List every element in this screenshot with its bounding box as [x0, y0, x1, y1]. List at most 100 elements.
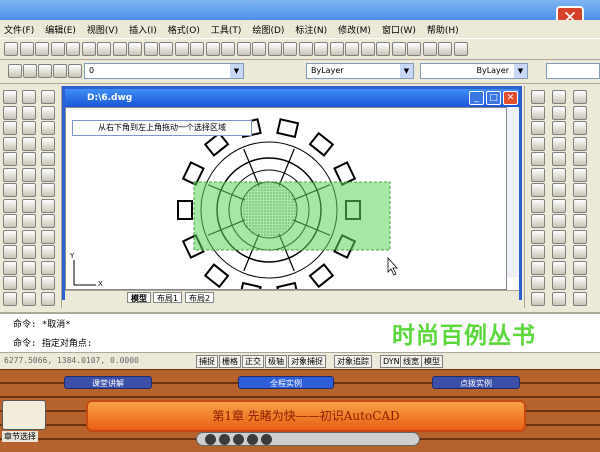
menu-insert[interactable]: 插入(I): [129, 23, 157, 36]
modify-tool-icon[interactable]: [531, 260, 545, 275]
draw-tool-icon[interactable]: [22, 136, 36, 151]
modify-tool-icon[interactable]: [531, 245, 545, 259]
draw-tool-icon[interactable]: [3, 276, 17, 290]
modify-tool-icon[interactable]: [531, 214, 545, 228]
toolbar-tool-icon[interactable]: [97, 42, 111, 56]
modify-tool-icon[interactable]: [552, 245, 566, 259]
draw-tool-icon[interactable]: [3, 136, 17, 151]
lineweight-dropdown[interactable]: [546, 63, 600, 79]
drawing-canvas[interactable]: Y X 从右下角到左上角拖动一个选择区域: [65, 107, 507, 302]
modify-tool-icon[interactable]: [573, 214, 587, 228]
menu-file[interactable]: 文件(F): [4, 23, 34, 36]
draw-tool-icon[interactable]: [41, 167, 55, 182]
prev-button[interactable]: [219, 434, 230, 445]
draw-tool-icon[interactable]: [3, 214, 17, 228]
modify-tool-icon[interactable]: [573, 260, 587, 275]
toolbar-tool-icon[interactable]: [329, 42, 344, 56]
draw-tool-icon[interactable]: [41, 276, 55, 290]
toolbar-tool-icon[interactable]: [252, 42, 266, 56]
draw-tool-icon[interactable]: [22, 105, 36, 120]
layer-tool-icon[interactable]: [68, 64, 82, 78]
modify-tool-icon[interactable]: [552, 276, 566, 290]
modify-tool-icon[interactable]: [531, 183, 545, 197]
draw-tool-icon[interactable]: [22, 167, 36, 182]
modify-tool-icon[interactable]: [573, 105, 587, 120]
toolbar-tool-icon[interactable]: [205, 42, 220, 56]
modify-tool-icon[interactable]: [552, 136, 566, 151]
modify-tool-icon[interactable]: [573, 90, 587, 104]
draw-tool-icon[interactable]: [3, 291, 17, 306]
toolbar-tool-icon[interactable]: [66, 42, 80, 56]
draw-tool-icon[interactable]: [22, 183, 36, 197]
draw-tool-icon[interactable]: [3, 90, 17, 104]
modify-tool-icon[interactable]: [573, 276, 587, 290]
close-button[interactable]: ✕: [503, 91, 518, 105]
toolbar-tool-icon[interactable]: [128, 42, 142, 56]
toolbar-tool-icon[interactable]: [143, 42, 158, 56]
toolbar-tool-icon[interactable]: [81, 42, 96, 56]
linetype-dropdown[interactable]: ByLayer ▼: [420, 63, 528, 79]
modify-tool-icon[interactable]: [573, 136, 587, 151]
draw-tool-icon[interactable]: [22, 229, 36, 244]
modify-tool-icon[interactable]: [531, 198, 545, 213]
modify-tool-icon[interactable]: [531, 152, 545, 166]
menu-modify[interactable]: 修改(M): [338, 23, 371, 36]
toolbar-tool-icon[interactable]: [50, 42, 65, 56]
modify-tool-icon[interactable]: [552, 152, 566, 166]
next-button[interactable]: [261, 434, 272, 445]
modify-tool-icon[interactable]: [552, 90, 566, 104]
toolbar-tool-icon[interactable]: [360, 42, 375, 56]
modify-tool-icon[interactable]: [573, 183, 587, 197]
modify-tool-icon[interactable]: [552, 291, 566, 306]
layer-tool-icon[interactable]: [8, 64, 22, 78]
menu-format[interactable]: 格式(O): [168, 23, 200, 36]
vertical-scrollbar[interactable]: [507, 107, 519, 277]
draw-tool-icon[interactable]: [3, 152, 17, 166]
toolbar-tool-icon[interactable]: [345, 42, 359, 56]
polar-toggle[interactable]: 极轴: [265, 355, 287, 368]
modify-tool-icon[interactable]: [552, 214, 566, 228]
snap-toggle[interactable]: 捕捉: [196, 355, 218, 368]
draw-tool-icon[interactable]: [22, 245, 36, 259]
toolbar-tool-icon[interactable]: [19, 42, 34, 56]
osnap-toggle[interactable]: 对象捕捉: [288, 355, 326, 368]
toolbar-tool-icon[interactable]: [283, 42, 297, 56]
toolbar-tool-icon[interactable]: [314, 42, 328, 56]
draw-tool-icon[interactable]: [22, 121, 36, 135]
draw-tool-icon[interactable]: [3, 167, 17, 182]
toolbar-tool-icon[interactable]: [267, 42, 282, 56]
toolbar-tool-icon[interactable]: [438, 42, 452, 56]
modify-tool-icon[interactable]: [552, 198, 566, 213]
draw-tool-icon[interactable]: [22, 214, 36, 228]
toolbar-tool-icon[interactable]: [391, 42, 406, 56]
tab-layout2[interactable]: 布局2: [185, 292, 215, 303]
layer-tool-icon[interactable]: [53, 64, 67, 78]
draw-tool-icon[interactable]: [3, 245, 17, 259]
menu-dimension[interactable]: 标注(N): [295, 23, 327, 36]
modify-tool-icon[interactable]: [552, 229, 566, 244]
minimize-button[interactable]: _: [469, 91, 484, 105]
draw-tool-icon[interactable]: [41, 260, 55, 275]
modify-tool-icon[interactable]: [573, 152, 587, 166]
draw-tool-icon[interactable]: [41, 121, 55, 135]
color-dropdown[interactable]: ByLayer ▼: [306, 63, 414, 79]
grid-toggle[interactable]: 栅格: [219, 355, 241, 368]
modify-tool-icon[interactable]: [531, 121, 545, 135]
tab-model[interactable]: 模型: [127, 292, 151, 303]
tab-layout1[interactable]: 布局1: [153, 292, 183, 303]
toolbar-tool-icon[interactable]: [221, 42, 235, 56]
lineweight-toggle[interactable]: 线宽: [400, 355, 422, 368]
modify-tool-icon[interactable]: [552, 121, 566, 135]
play-button[interactable]: [233, 434, 244, 445]
toolbar-tool-icon[interactable]: [159, 42, 173, 56]
modify-tool-icon[interactable]: [573, 167, 587, 182]
nav-tips-button[interactable]: 点拨实例: [432, 376, 520, 389]
menu-tools[interactable]: 工具(T): [211, 23, 242, 36]
layer-dropdown[interactable]: 0 ▼: [84, 63, 244, 79]
chapter-select-button[interactable]: 章节选择: [2, 431, 38, 442]
ortho-toggle[interactable]: 正交: [242, 355, 264, 368]
layer-tool-icon[interactable]: [38, 64, 52, 78]
pause-button[interactable]: [247, 434, 258, 445]
modify-tool-icon[interactable]: [573, 121, 587, 135]
otrack-toggle[interactable]: 对象追踪: [334, 355, 372, 368]
